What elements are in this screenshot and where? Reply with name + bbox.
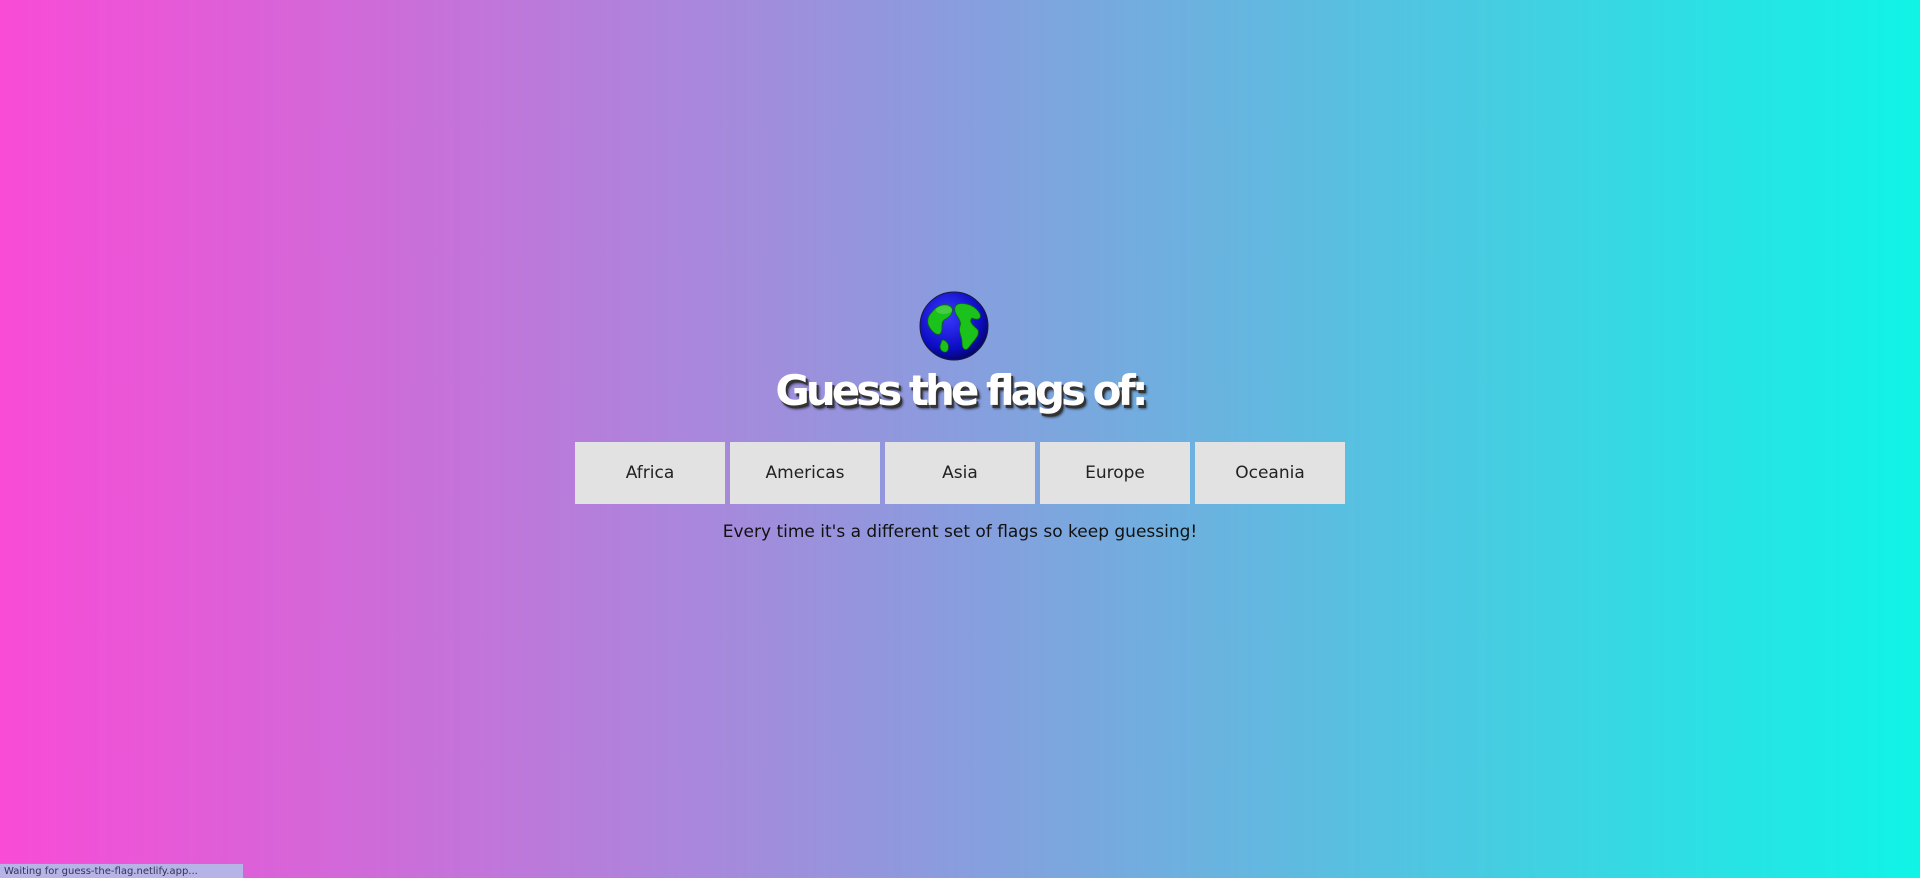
browser-status-bar: Waiting for guess-the-flag.netlify.app..… [0, 863, 244, 878]
region-button-group: Africa Americas Asia Europe Oceania [575, 442, 1345, 504]
region-button-asia[interactable]: Asia [885, 442, 1035, 504]
region-button-europe[interactable]: Europe [1040, 442, 1190, 504]
tagline-text: Every time it's a different set of flags… [722, 522, 1198, 542]
region-button-americas[interactable]: Americas [730, 442, 880, 504]
region-button-oceania[interactable]: Oceania [1195, 442, 1345, 504]
globe-icon [918, 290, 990, 362]
main-content: Guess the flags of: Africa Americas Asia… [0, 0, 1920, 878]
page-title: Guess the flags of: [775, 366, 1148, 415]
region-button-africa[interactable]: Africa [575, 442, 725, 504]
